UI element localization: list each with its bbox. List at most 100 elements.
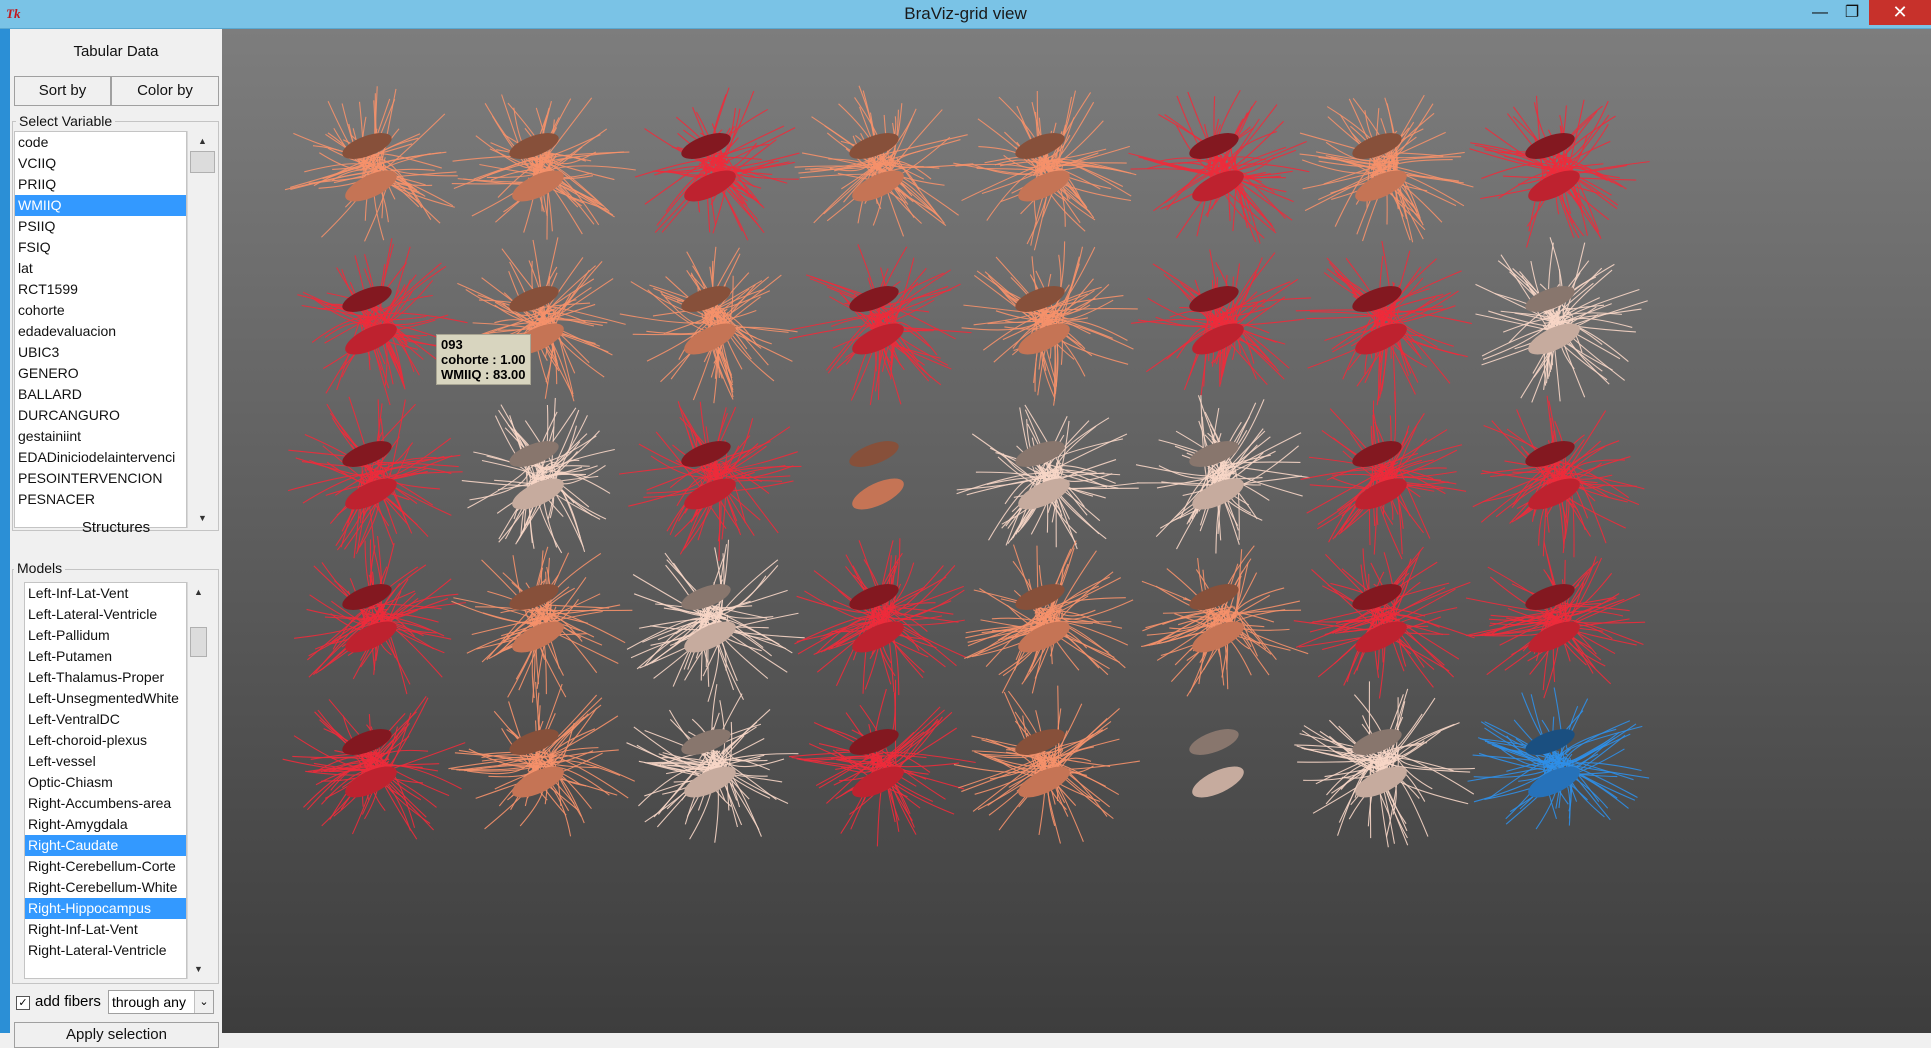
variable-list[interactable]: code VCIIQ PRIIQ WMIIQ PSIIQ FSIQ lat RCT1599 co…	[14, 131, 187, 528]
model-list-item[interactable]: Right-Caudate	[25, 835, 186, 856]
subject-model-tile[interactable]	[1299, 94, 1474, 243]
variable-list-item[interactable]: cohorte	[15, 300, 186, 321]
subject-model-tile[interactable]	[461, 397, 615, 554]
variable-list-item[interactable]: PSIIQ	[15, 216, 186, 237]
window-edge	[0, 29, 10, 1033]
subject-model-tile[interactable]	[448, 681, 635, 837]
model-grid[interactable]	[222, 29, 1931, 1033]
variable-list-item[interactable]: FSIQ	[15, 237, 186, 258]
variable-list-item[interactable]: lat	[15, 258, 186, 279]
models-scrollbar[interactable]: ▲ ▼	[187, 582, 209, 979]
subject-model-tile[interactable]	[619, 246, 798, 404]
subject-model-tile[interactable]	[1472, 395, 1645, 558]
subject-model-tile[interactable]	[964, 540, 1134, 694]
model-list-item[interactable]: Left-UnsegmentedWhite	[25, 688, 186, 709]
model-list-item[interactable]: Left-Lateral-Ventricle	[25, 604, 186, 625]
sidebar: Tabular Data Sort by Color by Select Var…	[0, 29, 222, 1048]
grid-render-view[interactable]: 093 cohorte : 1.00 WMIIQ : 83.00	[222, 29, 1931, 1033]
subject-model-tile[interactable]	[846, 436, 908, 516]
subject-model-tile[interactable]	[618, 401, 802, 561]
subject-model-tile[interactable]	[794, 85, 974, 237]
variable-list-item[interactable]: VCIIQ	[15, 153, 186, 174]
scroll-thumb[interactable]	[190, 151, 215, 173]
subject-model-tile[interactable]	[284, 86, 458, 242]
variable-list-item[interactable]: EDADiniciodelaintervenci	[15, 447, 186, 468]
variable-list-item[interactable]: BALLARD	[15, 384, 186, 405]
model-list-item[interactable]: Right-Amygdala	[25, 814, 186, 835]
tabular-data-heading: Tabular Data	[73, 43, 159, 60]
close-button[interactable]: ✕	[1869, 0, 1931, 25]
fiber-mode-select[interactable]: through any ⌄	[108, 990, 214, 1014]
variable-list-item[interactable]: WMIIQ	[15, 195, 186, 216]
model-list-item[interactable]: Right-Hippocampus	[25, 898, 186, 919]
variable-list-item[interactable]: UBIC3	[15, 342, 186, 363]
sort-by-button[interactable]: Sort by	[14, 76, 111, 106]
subject-model-tile[interactable]	[1467, 687, 1650, 830]
subject-model-tile[interactable]	[1475, 237, 1648, 403]
model-list-item[interactable]: Left-vessel	[25, 751, 186, 772]
model-list-item[interactable]: Left-choroid-plexus	[25, 730, 186, 751]
scroll-up-icon[interactable]: ▲	[188, 584, 209, 600]
subject-model-tile[interactable]	[626, 539, 805, 702]
subject-model-tile[interactable]	[451, 94, 636, 240]
model-list-item[interactable]: Left-Putamen	[25, 646, 186, 667]
subject-model-tile[interactable]	[282, 695, 466, 840]
model-list-item[interactable]: Left-Pallidum	[25, 625, 186, 646]
subject-model-tile[interactable]	[1295, 240, 1473, 406]
variable-list-item[interactable]: code	[15, 132, 186, 153]
subject-tooltip: 093 cohorte : 1.00 WMIIQ : 83.00	[436, 334, 531, 385]
subject-model-tile[interactable]	[1294, 681, 1475, 848]
subject-model-tile[interactable]	[789, 244, 972, 406]
subject-model-tile[interactable]	[287, 396, 463, 559]
model-list-item[interactable]: Right-Cerebellum-Corte	[25, 856, 186, 877]
subject-model-tile[interactable]	[953, 685, 1140, 844]
models-list[interactable]: Left-Inf-Lat-Vent Left-Lateral-Ventricle L…	[24, 582, 187, 979]
add-fibers-checkbox[interactable]: ✓	[16, 996, 30, 1010]
model-list-item[interactable]: Left-Inf-Lat-Vent	[25, 583, 186, 604]
subject-model-tile[interactable]	[1128, 89, 1310, 244]
subject-model-tile[interactable]	[1469, 95, 1650, 248]
scroll-up-icon[interactable]: ▲	[188, 133, 217, 149]
variable-list-item[interactable]: DURCANGURO	[15, 405, 186, 426]
variable-list-item[interactable]: PESNACER	[15, 489, 186, 510]
scroll-down-icon[interactable]: ▼	[188, 961, 209, 977]
model-list-item[interactable]: Right-Cerebellum-White	[25, 877, 186, 898]
minimize-button[interactable]: —	[1806, 0, 1834, 25]
model-list-item[interactable]: Optic-Chiasm	[25, 772, 186, 793]
model-list-item[interactable]: Right-Inf-Lat-Vent	[25, 919, 186, 940]
subject-model-tile[interactable]	[961, 241, 1138, 406]
model-list-item[interactable]: Right-Lateral-Ventricle	[25, 940, 186, 961]
subject-model-tile[interactable]	[1141, 545, 1309, 697]
subject-model-tile[interactable]	[956, 404, 1139, 550]
model-list-item[interactable]: Left-Thalamus-Proper	[25, 667, 186, 688]
variable-list-item[interactable]: RCT1599	[15, 279, 186, 300]
subject-model-tile[interactable]	[1135, 395, 1310, 554]
scroll-thumb[interactable]	[190, 627, 207, 657]
subject-model-tile[interactable]	[626, 684, 799, 843]
variable-list-item[interactable]: PRIIQ	[15, 174, 186, 195]
chevron-down-icon[interactable]: ⌄	[194, 991, 213, 1013]
variable-list-item[interactable]: edadevaluacion	[15, 321, 186, 342]
variable-list-item[interactable]: GENERO	[15, 363, 186, 384]
subject-model-tile[interactable]	[788, 679, 976, 847]
apply-selection-button[interactable]: Apply selection	[14, 1022, 219, 1048]
tooltip-subject: 093	[441, 337, 463, 352]
models-label: Models	[14, 560, 66, 576]
maximize-button[interactable]: ❐	[1838, 0, 1866, 25]
variable-list-item[interactable]: PESOINTERVENCION	[15, 468, 186, 489]
subject-model-tile[interactable]	[794, 538, 967, 696]
subject-model-tile[interactable]	[1300, 391, 1467, 560]
subject-model-tile[interactable]	[953, 90, 1137, 251]
subject-model-tile[interactable]	[1465, 541, 1646, 699]
subject-model-tile[interactable]	[1293, 546, 1475, 699]
subject-model-tile[interactable]	[634, 87, 800, 241]
color-by-button[interactable]: Color by	[111, 76, 219, 106]
subject-model-tile[interactable]	[294, 536, 467, 695]
model-list-item[interactable]: Right-Accumbens-area	[25, 793, 186, 814]
variable-list-item[interactable]: gestainiint	[15, 426, 186, 447]
subject-model-tile[interactable]	[1186, 724, 1248, 804]
variable-scrollbar[interactable]: ▲ ▼	[187, 131, 217, 528]
subject-model-tile[interactable]	[451, 546, 633, 703]
model-list-item[interactable]: Left-VentralDC	[25, 709, 186, 730]
subject-model-tile[interactable]	[1130, 249, 1312, 397]
